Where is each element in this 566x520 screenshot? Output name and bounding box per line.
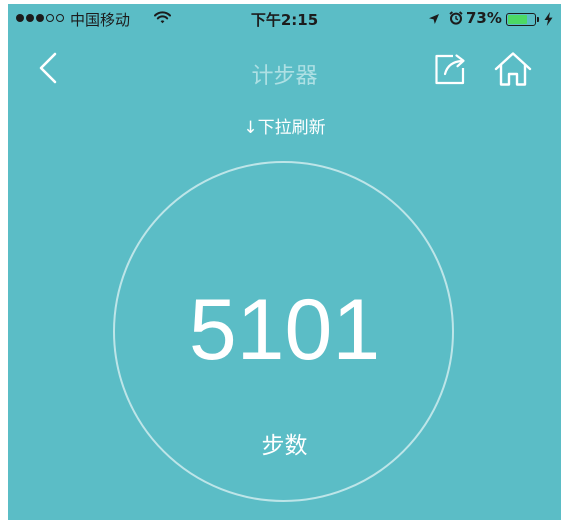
alarm-clock-icon bbox=[449, 11, 463, 29]
battery-icon bbox=[506, 13, 536, 26]
share-icon bbox=[434, 52, 466, 90]
battery-percent: 73% bbox=[466, 9, 502, 27]
page-title: 计步器 bbox=[251, 64, 318, 89]
app-screen: 中国移动 下午2:15 73% 计步器 ↓下拉刷新 5101 步数 bbox=[8, 4, 561, 520]
home-button[interactable] bbox=[491, 50, 535, 92]
pull-to-refresh-hint: ↓下拉刷新 bbox=[243, 118, 326, 138]
step-count-label: 步数 bbox=[261, 433, 308, 459]
status-bar: 中国移动 下午2:15 73% bbox=[8, 4, 561, 34]
navigation-bar: 计步器 bbox=[8, 34, 561, 110]
home-icon bbox=[494, 51, 532, 91]
location-arrow-icon bbox=[428, 11, 440, 29]
battery-level bbox=[508, 15, 527, 24]
battery-tip bbox=[537, 17, 539, 22]
step-count-value: 5101 bbox=[188, 282, 381, 378]
charging-bolt-icon bbox=[544, 12, 553, 30]
share-button[interactable] bbox=[430, 51, 470, 91]
